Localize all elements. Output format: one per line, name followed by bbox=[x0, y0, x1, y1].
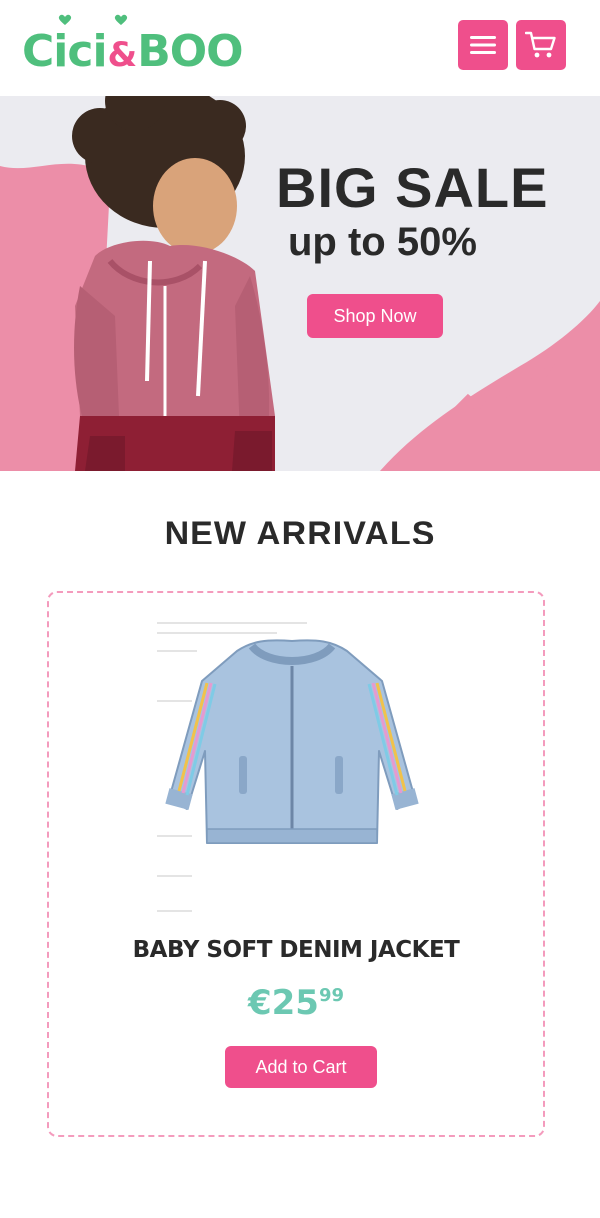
logo-heart-icon bbox=[114, 14, 128, 25]
hero-background-image bbox=[0, 96, 600, 471]
product-name[interactable]: BABY SOFT DENIM JACKET bbox=[49, 937, 543, 963]
add-to-cart-button[interactable]: Add to Cart bbox=[225, 1046, 377, 1088]
site-header: Cici & BOO bbox=[0, 0, 600, 96]
section-title: NEW ARRIVALS bbox=[164, 515, 436, 544]
hero-title: BIG SALE bbox=[276, 156, 549, 219]
shop-now-button[interactable]: Shop Now bbox=[307, 294, 443, 338]
logo-heart-icon bbox=[58, 14, 72, 25]
price-main: €25 bbox=[247, 983, 319, 1023]
price-cents: 99 bbox=[318, 985, 345, 1006]
product-image[interactable] bbox=[157, 611, 427, 921]
hamburger-menu-icon bbox=[470, 36, 496, 54]
menu-button[interactable] bbox=[458, 20, 508, 70]
product-price: €2599 bbox=[49, 983, 543, 1023]
site-logo[interactable]: Cici & BOO bbox=[22, 14, 244, 77]
cart-button[interactable] bbox=[516, 20, 566, 70]
logo-ampersand: & bbox=[107, 35, 138, 75]
logo-text-cici: Cici bbox=[22, 26, 108, 77]
logo-text-boo: BOO bbox=[137, 26, 243, 77]
shopping-cart-icon bbox=[525, 31, 556, 58]
product-card[interactable]: BABY SOFT DENIM JACKET €2599 Add to Cart bbox=[47, 591, 545, 1137]
hero-banner: BIG SALE up to 50% Shop Now bbox=[0, 96, 600, 471]
hero-subtitle: up to 50% bbox=[288, 220, 477, 264]
section-title-container: NEW ARRIVALS bbox=[0, 508, 600, 544]
